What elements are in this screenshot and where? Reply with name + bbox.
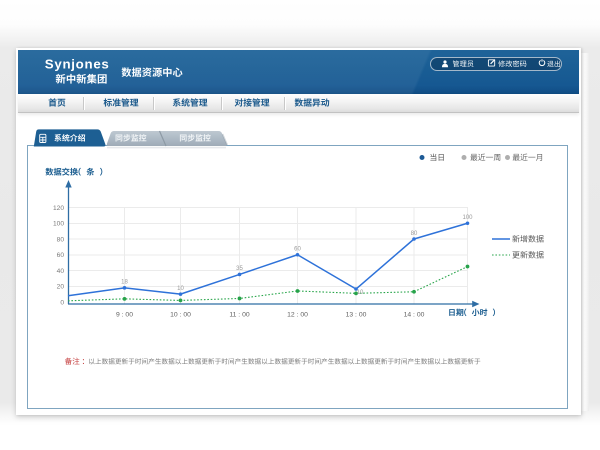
svg-text:80: 80 (411, 231, 418, 237)
svg-text:18: 18 (121, 279, 128, 285)
svg-text:12 : 00: 12 : 00 (287, 312, 308, 319)
svg-text:10 : 00: 10 : 00 (170, 312, 191, 319)
svg-text:11 : 00: 11 : 00 (229, 312, 250, 319)
svg-text:60: 60 (57, 252, 65, 259)
svg-text:100: 100 (462, 215, 473, 221)
svg-text:60: 60 (294, 247, 301, 253)
svg-text:20: 20 (57, 284, 65, 291)
svg-text:13 : 00: 13 : 00 (346, 312, 367, 319)
svg-text:40: 40 (57, 268, 65, 275)
svg-text:100: 100 (53, 221, 64, 228)
svg-text:9 : 00: 9 : 00 (116, 312, 133, 319)
svg-text:10: 10 (177, 286, 184, 292)
svg-text:120: 120 (53, 205, 64, 212)
svg-text:0: 0 (60, 299, 64, 306)
svg-text:80: 80 (57, 236, 65, 243)
svg-text:14 : 00: 14 : 00 (404, 312, 425, 319)
svg-text:10: 10 (357, 290, 364, 296)
svg-text:35: 35 (236, 266, 243, 272)
